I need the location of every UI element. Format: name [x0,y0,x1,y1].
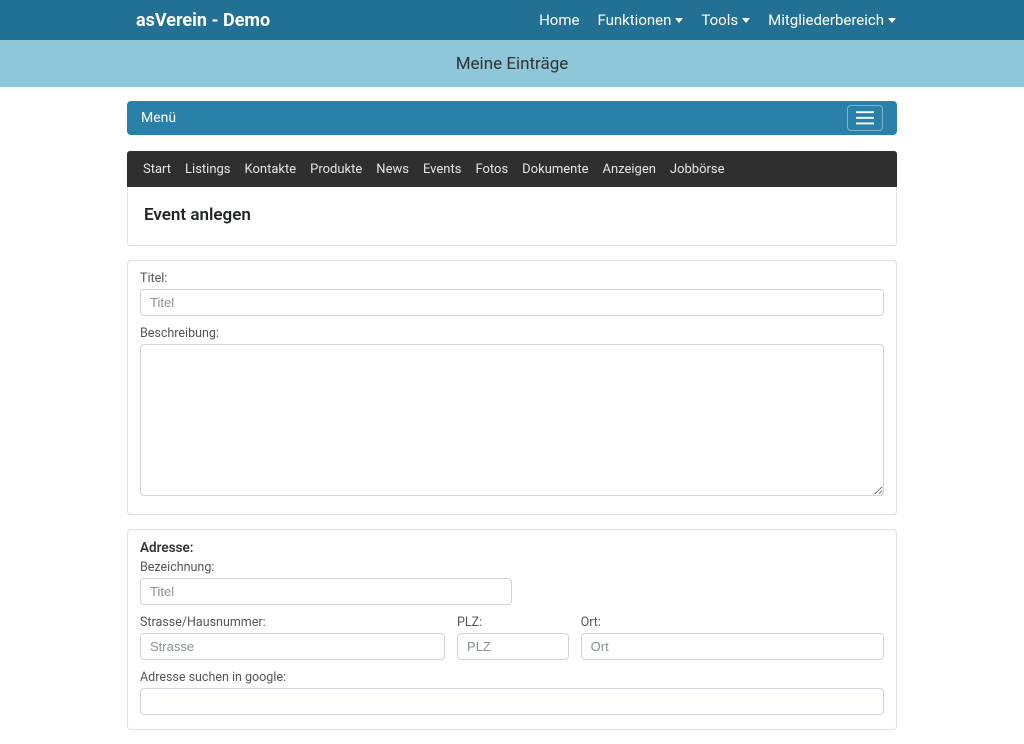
nav-funktionen[interactable]: Funktionen [597,11,683,29]
beschreibung-textarea[interactable] [140,344,884,496]
ort-input[interactable] [581,633,884,660]
bezeichnung-input[interactable] [140,578,512,605]
nav-tools[interactable]: Tools [701,11,750,29]
subnav-jobboerse[interactable]: Jobbörse [670,162,725,177]
nav-mitgliederbereich[interactable]: Mitgliederbereich [768,11,896,29]
card-adresse: Adresse: Bezeichnung: Strasse/Hausnummer… [127,529,897,730]
page-title: Meine Einträge [456,54,569,74]
titel-label: Titel: [140,271,884,286]
nav-home[interactable]: Home [539,11,579,29]
menu-toggle-button[interactable] [847,105,883,131]
form-heading-panel: Event anlegen [127,187,897,246]
strasse-label: Strasse/Hausnummer: [140,615,445,630]
nav-tools-label: Tools [701,11,738,29]
form-group-strasse: Strasse/Hausnummer: [140,615,445,660]
adresse-row: Strasse/Hausnummer: PLZ: Ort: [140,615,884,670]
form-group-plz: PLZ: [457,615,569,660]
chevron-down-icon [742,18,750,23]
form-group-bezeichnung: Bezeichnung: [140,560,512,605]
sub-nav: Start Listings Kontakte Produkte News Ev… [127,151,897,187]
ort-label: Ort: [581,615,884,630]
subnav-start[interactable]: Start [143,162,171,177]
main-container: Menü Start Listings Kontakte Produkte Ne… [127,87,897,730]
chevron-down-icon [888,18,896,23]
adresse-heading: Adresse: [140,540,884,556]
subnav-kontakte[interactable]: Kontakte [245,162,297,177]
form-group-ort: Ort: [581,615,884,660]
form-group-beschreibung: Beschreibung: [140,326,884,500]
form-group-adresse-suche: Adresse suchen in google: [140,670,884,715]
nav-mitgliederbereich-label: Mitgliederbereich [768,11,884,29]
subnav-fotos[interactable]: Fotos [475,162,508,177]
subnav-dokumente[interactable]: Dokumente [522,162,588,177]
top-navbar: asVerein - Demo Home Funktionen Tools Mi… [0,0,1024,40]
titel-input[interactable] [140,289,884,316]
menu-label: Menü [141,110,176,126]
subnav-events[interactable]: Events [423,162,461,177]
page-title-bar: Meine Einträge [0,40,1024,87]
form-heading: Event anlegen [144,205,880,225]
subnav-anzeigen[interactable]: Anzeigen [602,162,655,177]
menu-bar: Menü [127,101,897,135]
beschreibung-label: Beschreibung: [140,326,884,341]
plz-input[interactable] [457,633,569,660]
adresse-suche-label: Adresse suchen in google: [140,670,884,685]
strasse-input[interactable] [140,633,445,660]
subnav-news[interactable]: News [376,162,409,177]
card-basic-info: Titel: Beschreibung: [127,260,897,515]
plz-label: PLZ: [457,615,569,630]
subnav-listings[interactable]: Listings [185,162,230,177]
hamburger-icon [856,111,874,125]
bezeichnung-label: Bezeichnung: [140,560,512,575]
form-group-titel: Titel: [140,271,884,316]
top-nav-links: Home Funktionen Tools Mitgliederbereich [539,11,896,29]
nav-funktionen-label: Funktionen [597,11,671,29]
chevron-down-icon [675,18,683,23]
brand-logo[interactable]: asVerein - Demo [136,10,270,31]
subnav-produkte[interactable]: Produkte [310,162,362,177]
